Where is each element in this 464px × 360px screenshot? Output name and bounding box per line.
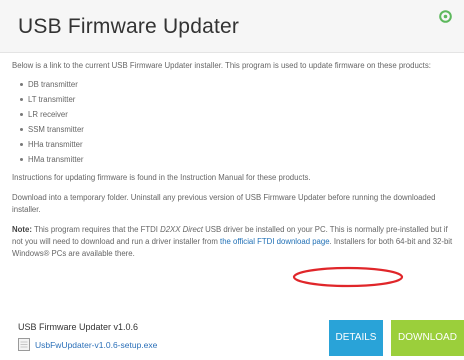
driver-name: D2XX Direct [160, 225, 203, 234]
instructions-paragraph: Instructions for updating firmware is fo… [12, 173, 311, 182]
setup-file-link[interactable]: UsbFwUpdater-v1.0.6-setup.exe [35, 340, 157, 350]
panel-content: Below is a link to the current USB Firmw… [12, 60, 456, 268]
firmware-updater-page: USB Firmware Updater Below is a link to … [0, 0, 464, 360]
list-item: SSM transmitter [20, 122, 456, 137]
red-circle-annotation [292, 266, 404, 288]
note-label: Note: [12, 225, 32, 234]
circle-up-icon[interactable] [439, 10, 452, 23]
note-text-before: This program requires that the FTDI [31, 225, 161, 234]
list-item: HMa transmitter [20, 152, 456, 167]
intro-paragraph: Below is a link to the current USB Firmw… [12, 61, 431, 70]
details-button[interactable]: DETAILS [329, 320, 383, 356]
list-item: LT transmitter [20, 92, 456, 107]
panel-header: USB Firmware Updater [0, 0, 464, 53]
download-hint-paragraph: Download into a temporary folder. Uninst… [12, 193, 436, 214]
page-title: USB Firmware Updater [18, 15, 240, 38]
download-button[interactable]: DOWNLOAD [391, 320, 464, 356]
product-list: DB transmitter LT transmitter LR receive… [12, 77, 456, 167]
file-icon [18, 338, 30, 351]
list-item: DB transmitter [20, 77, 456, 92]
ftdi-download-link[interactable]: the official FTDI download page [220, 237, 330, 246]
list-item: HHa transmitter [20, 137, 456, 152]
list-item: LR receiver [20, 107, 456, 122]
note-paragraph: Note: This program requires that the FTD… [12, 224, 456, 260]
download-section: USB Firmware Updater v1.0.6 UsbFwUpdater… [0, 314, 464, 360]
product-name: USB Firmware Updater v1.0.6 [18, 322, 139, 332]
